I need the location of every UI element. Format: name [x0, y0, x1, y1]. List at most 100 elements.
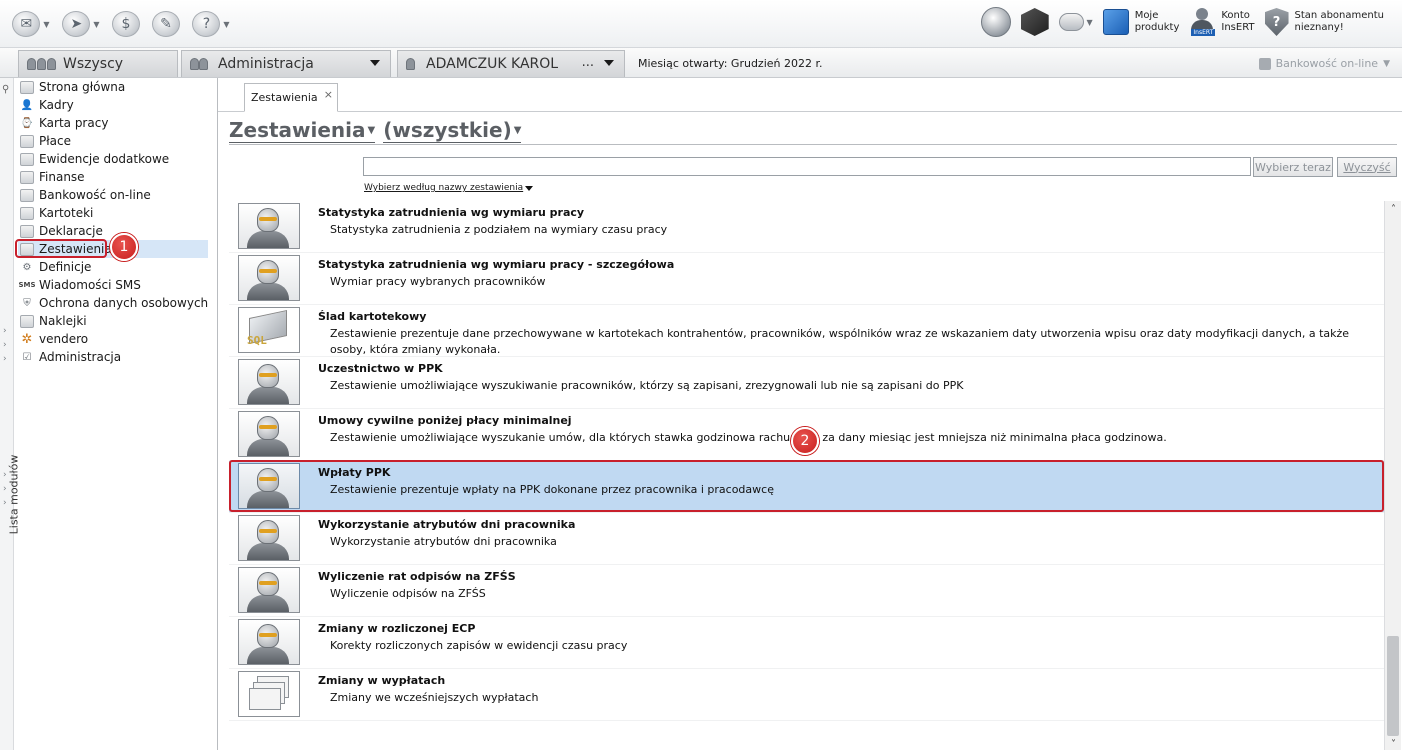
bank-icon: [20, 188, 34, 202]
module-list-strip[interactable]: ⚲ › › › Lista modułów › › ›: [0, 78, 21, 750]
mail-button[interactable]: ✉ ▼: [8, 7, 54, 41]
cube-icon[interactable]: [1020, 8, 1049, 36]
sms-icon: SMS: [18, 281, 36, 289]
chevron-right-icon[interactable]: ›: [3, 354, 7, 364]
tools-button[interactable]: ✎: [148, 7, 184, 41]
sidebar-item-kartoteki[interactable]: Kartoteki: [18, 204, 208, 222]
sidebar-item-label: Definicje: [39, 260, 92, 274]
main-area: Zestawienia × Zestawienia ▼ (wszystkie) ▼ …: [218, 78, 1402, 750]
sidebar-item-label: Administracja: [39, 350, 122, 364]
sidebar-item-sms[interactable]: SMS Wiadomości SMS: [18, 276, 208, 294]
payroll-icon: [20, 134, 34, 148]
globe-icon[interactable]: [980, 7, 1011, 37]
chevron-down-icon[interactable]: ▼: [43, 20, 49, 29]
chevron-right-icon[interactable]: ›: [3, 484, 7, 494]
tab-employee[interactable]: ADAMCZUK KAROL ...: [397, 50, 625, 77]
employee-more-button[interactable]: ...: [582, 55, 594, 70]
insert-account-label: Konto InsERT: [1221, 10, 1254, 34]
chevron-down-icon[interactable]: [604, 60, 614, 66]
report-row[interactable]: Statystyka zatrudnienia wg wymiaru pracy…: [229, 201, 1384, 253]
sidebar-item-ewidencje[interactable]: Ewidencje dodatkowe: [18, 150, 208, 168]
tab-all-employees[interactable]: Wszyscy: [18, 50, 178, 77]
sidebar-item-bankowosc[interactable]: Bankowość on-line: [18, 186, 208, 204]
pin-icon[interactable]: ⚲: [2, 84, 9, 95]
sidebar-item-rodo[interactable]: ⛨ Ochrona danych osobowych: [18, 294, 208, 312]
person-report-icon: [239, 204, 299, 248]
tab-zestawienia[interactable]: Zestawienia ×: [244, 83, 338, 112]
my-products-label-line2: produkty: [1134, 22, 1180, 33]
bank-online-button[interactable]: Bankowość on-line ▼: [1258, 57, 1390, 70]
sidebar-item-definicje[interactable]: ⚙ Definicje: [18, 258, 208, 276]
report-description: Zestawienie prezentuje dane przechowywan…: [330, 327, 1350, 356]
subscription-label-line2: nieznany!: [1294, 22, 1344, 33]
gear-icon: ✲: [21, 331, 33, 347]
chevron-right-icon[interactable]: ›: [3, 326, 7, 336]
tools-icon: ✎: [152, 11, 180, 37]
chevron-right-icon[interactable]: ›: [3, 340, 7, 350]
choose-now-label: Wybierz teraz: [1255, 160, 1331, 174]
report-title: Ślad kartotekowy: [318, 310, 427, 323]
help-button[interactable]: ? ▼: [188, 7, 234, 41]
chevron-right-icon[interactable]: ›: [3, 498, 7, 508]
sidebar-item-administracja[interactable]: ☑ Administracja: [18, 348, 208, 366]
scroll-up-icon[interactable]: ˄: [1385, 204, 1402, 215]
callout-number: 1: [119, 239, 129, 255]
report-row[interactable]: Wyliczenie rat odpisów na ZFŚS Wyliczeni…: [229, 565, 1384, 617]
reports-menu[interactable]: Zestawienia ▼: [229, 118, 376, 143]
tab-zestawienia-label: Zestawienia: [251, 91, 318, 104]
report-row-selected[interactable]: Wpłaty PPK Zestawienie prezentuje wpłaty…: [229, 461, 1384, 513]
settings-icon: ⚙: [22, 261, 32, 273]
report-description: Zestawienie umożliwiające wyszukanie umó…: [330, 431, 1167, 444]
close-icon[interactable]: ×: [324, 88, 333, 101]
sidebar-item-vendero[interactable]: ✲ vendero: [18, 330, 208, 348]
chevron-down-icon[interactable]: ▼: [1383, 59, 1390, 69]
chevron-down-icon[interactable]: [370, 60, 380, 66]
person-report-icon: [239, 464, 299, 508]
report-list-scrollbar[interactable]: ˄ ˅: [1384, 201, 1401, 750]
choose-by-dropdown[interactable]: Wybierz według nazwy zestawienia: [364, 183, 534, 193]
person-icon: [406, 56, 420, 72]
subscription-status-button[interactable]: ? Stan abonamentu nieznany!: [1264, 8, 1384, 36]
sidebar-item-home[interactable]: Strona główna: [18, 78, 208, 96]
scrollbar-thumb[interactable]: [1387, 636, 1399, 736]
report-row[interactable]: Statystyka zatrudnienia wg wymiaru pracy…: [229, 253, 1384, 305]
report-row[interactable]: SQL Ślad kartotekowy Zestawienie prezent…: [229, 305, 1384, 357]
chevron-right-icon[interactable]: ›: [3, 470, 7, 480]
filter-menu[interactable]: (wszystkie) ▼: [383, 118, 522, 143]
report-row[interactable]: Uczestnictwo w PPK Zestawienie umożliwia…: [229, 357, 1384, 409]
account-icon: InsERT: [1189, 8, 1216, 36]
report-title: Wpłaty PPK: [318, 466, 391, 479]
records-icon: [20, 152, 34, 166]
cloud-button[interactable]: ▼: [1058, 8, 1093, 36]
insert-account-button[interactable]: InsERT Konto InsERT: [1189, 8, 1255, 36]
report-row[interactable]: Zmiany w rozliczonej ECP Korekty rozlicz…: [229, 617, 1384, 669]
chevron-down-icon: [525, 185, 534, 191]
my-products-button[interactable]: Moje produkty: [1102, 9, 1180, 35]
person-report-icon: [239, 620, 299, 664]
chevron-down-icon[interactable]: ▼: [1087, 18, 1093, 27]
sidebar-item-naklejki[interactable]: Naklejki: [18, 312, 208, 330]
report-row[interactable]: Zmiany w wypłatach Zmiany we wcześniejsz…: [229, 669, 1384, 721]
clear-button[interactable]: Wyczyść: [1337, 157, 1397, 177]
report-row[interactable]: Wykorzystanie atrybutów dni pracownika W…: [229, 513, 1384, 565]
report-search-input[interactable]: [363, 157, 1251, 176]
sidebar-item-finanse[interactable]: Finanse: [18, 168, 208, 186]
tab-administration[interactable]: Administracja: [181, 50, 391, 77]
sidebar-item-kadry[interactable]: 👤 Kadry: [18, 96, 208, 114]
mail-icon: ✉: [12, 11, 41, 37]
module-list-label: Lista modułów: [7, 454, 21, 535]
send-button[interactable]: ➤ ▼: [58, 7, 104, 41]
finance-button[interactable]: $: [108, 7, 144, 41]
report-title: Umowy cywilne poniżej płacy minimalnej: [318, 414, 572, 427]
sidebar-item-label: Deklaracje: [39, 224, 103, 238]
sidebar-item-place[interactable]: Płace: [18, 132, 208, 150]
sidebar-item-karta-pracy[interactable]: ⌚ Karta pracy: [18, 114, 208, 132]
chevron-down-icon[interactable]: ▼: [223, 20, 229, 29]
report-description: Zmiany we wcześniejszych wypłatach: [330, 691, 539, 704]
person-report-icon: [239, 412, 299, 456]
sql-icon: SQL: [247, 334, 267, 347]
chevron-down-icon[interactable]: ▼: [93, 20, 99, 29]
choose-now-button[interactable]: Wybierz teraz: [1253, 157, 1333, 177]
shield-mark: ?: [1272, 14, 1281, 30]
scroll-down-icon[interactable]: ˅: [1385, 739, 1402, 750]
